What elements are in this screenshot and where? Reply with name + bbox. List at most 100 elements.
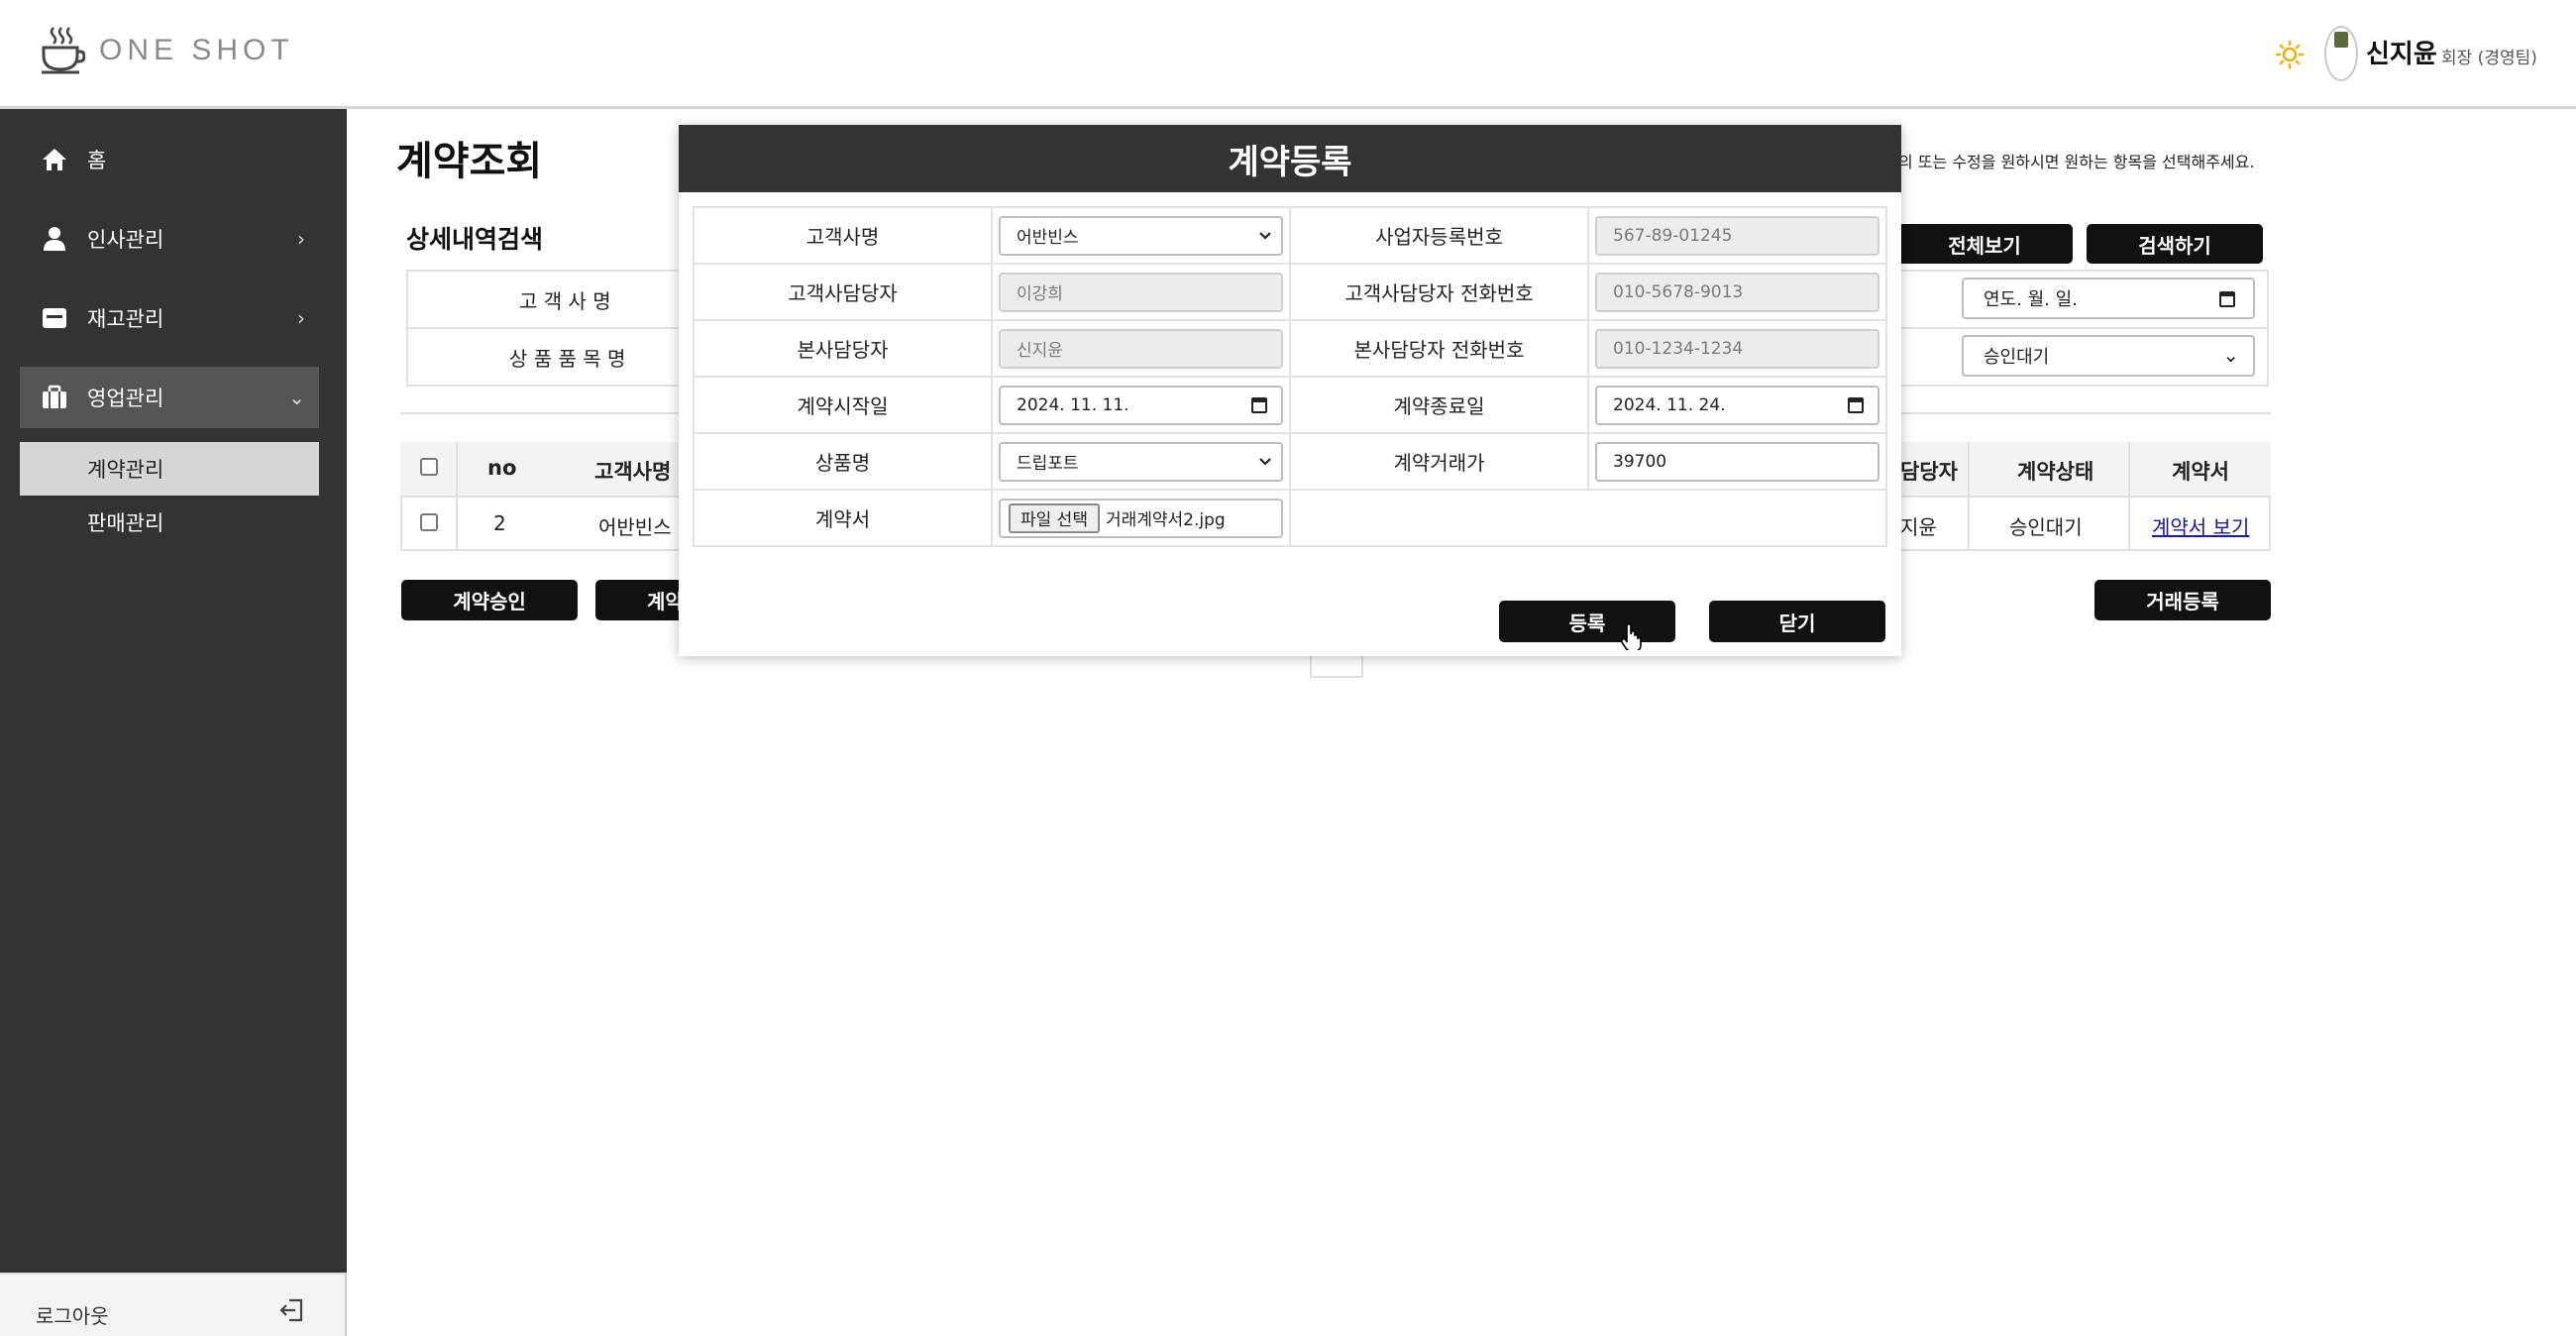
divider bbox=[456, 442, 458, 551]
sidebar-item-label: 영업관리 bbox=[87, 387, 164, 410]
contract-form: 고객사명 어반빈스 사업자등록번호 567-89-01245 고객사담당자 이강… bbox=[693, 206, 1887, 547]
top-header: ONE SHOT 신지윤 회장 (경영팀) bbox=[0, 0, 2576, 109]
person-icon bbox=[40, 224, 69, 254]
hq-phone-value: 010-1234-1234 bbox=[1613, 338, 1744, 359]
cell-customer: 어반빈스 bbox=[598, 515, 672, 539]
avatar[interactable] bbox=[2324, 26, 2358, 81]
chevron-down-icon: ⌄ bbox=[2222, 343, 2239, 367]
cell-no: 2 bbox=[493, 511, 506, 535]
close-button[interactable]: 닫기 bbox=[1709, 601, 1885, 642]
search-label-product: 상 품 품 목 명 bbox=[509, 347, 626, 371]
product-select[interactable]: 드립포트 bbox=[999, 441, 1283, 482]
chevron-down-icon: ⌄ bbox=[288, 386, 305, 409]
customer-phone-field[interactable]: 010-5678-9013 bbox=[1595, 272, 1879, 312]
status-select[interactable]: 승인대기 ⌄ bbox=[1962, 335, 2255, 377]
customer-phone-value: 010-5678-9013 bbox=[1613, 281, 1744, 302]
divider bbox=[1968, 442, 1970, 551]
sidebar-item-label: 홈 bbox=[87, 149, 107, 172]
approve-contract-button[interactable]: 계약승인 bbox=[401, 580, 578, 620]
sidebar-subitem-label: 판매관리 bbox=[87, 511, 164, 535]
empty-cell bbox=[1289, 489, 1887, 547]
column-header-customer: 고객사명 bbox=[594, 460, 672, 484]
label-hq-phone: 본사담당자 전화번호 bbox=[1289, 319, 1589, 378]
logout-bar[interactable]: 로그아웃 bbox=[0, 1273, 347, 1336]
row-checkbox[interactable] bbox=[420, 513, 438, 531]
chevron-down-icon bbox=[1259, 231, 1271, 240]
sidebar-item-home[interactable]: 홈 bbox=[20, 129, 319, 190]
label-product: 상품명 bbox=[693, 432, 993, 491]
calendar-icon bbox=[2219, 291, 2235, 307]
customer-manager-value: 이강희 bbox=[1017, 284, 1063, 304]
search-heading: 상세내역검색 bbox=[406, 225, 544, 254]
product-select-value: 드립포트 bbox=[1017, 454, 1079, 474]
column-header-contract: 계약서 bbox=[2172, 460, 2229, 484]
divider bbox=[2128, 442, 2130, 551]
calendar-icon[interactable] bbox=[1251, 396, 1267, 413]
date-input[interactable]: 연도. 월. 일. bbox=[1962, 278, 2255, 319]
box-icon bbox=[40, 303, 69, 333]
logout-label: 로그아웃 bbox=[36, 1304, 109, 1328]
end-date-value: 2024. 11. 24. bbox=[1613, 394, 1726, 415]
customer-select[interactable]: 어반빈스 bbox=[999, 215, 1283, 256]
start-date-value: 2024. 11. 11. bbox=[1017, 394, 1129, 415]
sidebar-item-inventory[interactable]: 재고관리 › bbox=[20, 287, 319, 349]
label-customer: 고객사명 bbox=[693, 206, 993, 265]
select-all-checkbox[interactable] bbox=[420, 458, 438, 476]
cell-manager: 지윤 bbox=[1900, 515, 1937, 539]
column-header-status: 계약상태 bbox=[2017, 460, 2094, 484]
sun-icon[interactable] bbox=[2275, 40, 2305, 69]
trade-register-button[interactable]: 거래등록 bbox=[2094, 580, 2271, 620]
choose-file-button[interactable]: 파일 선택 bbox=[1009, 502, 1100, 533]
status-select-value: 승인대기 bbox=[1984, 347, 2050, 368]
sidebar-subitem-contracts[interactable]: 계약관리 bbox=[20, 442, 319, 496]
sidebar-item-sales[interactable]: 영업관리 ⌄ bbox=[20, 367, 319, 428]
hq-manager-field[interactable]: 신지윤 bbox=[999, 328, 1283, 369]
column-header-manager: 담당자 bbox=[1900, 460, 1958, 484]
modal-title: 계약등록 bbox=[679, 125, 1901, 192]
end-date-input[interactable]: 2024. 11. 24. bbox=[1595, 385, 1879, 425]
sidebar-item-label: 인사관리 bbox=[87, 228, 164, 252]
chevron-right-icon: › bbox=[297, 227, 305, 251]
sidebar-subitem-sales-management[interactable]: 판매관리 bbox=[20, 496, 319, 549]
search-button[interactable]: 검색하기 bbox=[2087, 224, 2263, 264]
hand-cursor-icon bbox=[1621, 622, 1642, 650]
logo-text: ONE SHOT bbox=[99, 34, 294, 66]
label-biz-no: 사업자등록번호 bbox=[1289, 206, 1589, 265]
price-input[interactable]: 39700 bbox=[1595, 441, 1879, 482]
contract-secondary-button[interactable]: 계약 bbox=[595, 580, 685, 620]
label-start-date: 계약시작일 bbox=[693, 376, 993, 434]
price-value: 39700 bbox=[1613, 451, 1667, 472]
logout-icon[interactable] bbox=[277, 1296, 305, 1324]
register-button[interactable]: 등록 bbox=[1499, 601, 1675, 642]
logo[interactable]: ONE SHOT bbox=[40, 26, 294, 75]
sidebar-item-hr[interactable]: 인사관리 › bbox=[20, 208, 319, 270]
column-header-no: no bbox=[487, 456, 517, 480]
biz-no-field[interactable]: 567-89-01245 bbox=[1595, 215, 1879, 256]
user-role: 회장 (경영팀) bbox=[2441, 49, 2537, 68]
contract-file-input[interactable]: 파일 선택 거래계약서2.jpg bbox=[999, 498, 1283, 538]
hq-manager-value: 신지윤 bbox=[1017, 341, 1063, 361]
label-end-date: 계약종료일 bbox=[1289, 376, 1589, 434]
label-hq-manager: 본사담당자 bbox=[693, 319, 993, 378]
biz-no-value: 567-89-01245 bbox=[1613, 225, 1733, 246]
label-contract-file: 계약서 bbox=[693, 489, 993, 547]
view-all-button[interactable]: 전체보기 bbox=[1896, 224, 2073, 264]
calendar-icon[interactable] bbox=[1848, 396, 1864, 413]
hq-phone-field[interactable]: 010-1234-1234 bbox=[1595, 328, 1879, 369]
contract-view-link[interactable]: 계약서 보기 bbox=[2152, 511, 2249, 540]
customer-manager-field[interactable]: 이강희 bbox=[999, 272, 1283, 312]
chevron-down-icon bbox=[1259, 457, 1271, 466]
home-icon bbox=[40, 145, 69, 174]
briefcase-icon bbox=[40, 383, 69, 412]
customer-select-value: 어반빈스 bbox=[1017, 228, 1079, 248]
label-price: 계약거래가 bbox=[1289, 432, 1589, 491]
label-customer-manager: 고객사담당자 bbox=[693, 263, 993, 321]
pagination[interactable] bbox=[1310, 656, 1363, 678]
user-name: 신지윤 bbox=[2366, 40, 2437, 69]
start-date-input[interactable]: 2024. 11. 11. bbox=[999, 385, 1283, 425]
sidebar-item-label: 재고관리 bbox=[87, 307, 164, 331]
sidebar-subitem-label: 계약관리 bbox=[87, 458, 164, 482]
chevron-right-icon: › bbox=[297, 306, 305, 330]
page-title: 계약조회 bbox=[396, 139, 543, 184]
search-label-customer: 고 객 사 명 bbox=[519, 289, 611, 313]
